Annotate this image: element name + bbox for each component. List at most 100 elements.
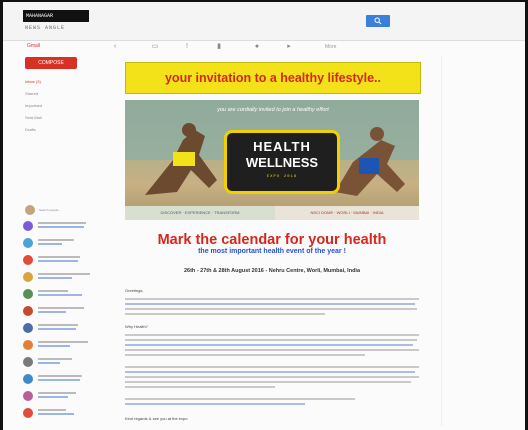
nav-important[interactable]: Important xyxy=(25,103,42,108)
contact-avatar xyxy=(23,238,33,248)
text-line xyxy=(125,308,417,310)
contact-row[interactable] xyxy=(23,306,95,316)
nav-drafts[interactable]: Drafts xyxy=(25,127,36,132)
contact-avatar xyxy=(23,306,33,316)
contact-name-line xyxy=(38,273,90,275)
text-line xyxy=(125,334,419,336)
compose-button[interactable]: COMPOSE xyxy=(25,57,77,69)
contact-name-line xyxy=(38,239,74,241)
report-icon[interactable]: ! xyxy=(183,43,191,51)
hero-image: you are cordially invited to join a heal… xyxy=(125,100,419,220)
contact-status-line xyxy=(38,345,70,347)
contact-name-line xyxy=(38,307,84,309)
closing-line: Kind regards & see you at the expo xyxy=(125,416,188,421)
contact-row[interactable] xyxy=(23,221,95,231)
hero-strip-right: NSCI DOME · WORLI · MUMBAI · INDIA xyxy=(275,206,419,220)
contact-name-line xyxy=(38,222,86,224)
contact-row[interactable] xyxy=(23,323,95,333)
contact-name-line xyxy=(38,375,82,377)
contact-row[interactable] xyxy=(23,289,95,299)
user-avatar[interactable] xyxy=(25,205,35,215)
contact-name-line xyxy=(38,392,76,394)
site-logo-subtitle: NEWS ANGLE xyxy=(25,25,66,31)
text-line xyxy=(125,366,419,368)
chat-search-label: Search people... xyxy=(39,208,61,212)
text-line xyxy=(125,349,419,351)
subheadline: the most important health event of the y… xyxy=(198,248,346,255)
text-line xyxy=(125,303,415,305)
contact-avatar xyxy=(23,374,33,384)
contact-avatar xyxy=(23,221,33,231)
contact-row[interactable] xyxy=(23,374,95,384)
more-menu[interactable]: More xyxy=(325,44,336,50)
contact-row[interactable] xyxy=(23,340,95,350)
contact-status-line xyxy=(38,311,66,313)
banner-text: your invitation to a healthy lifestyle.. xyxy=(164,71,381,85)
text-line xyxy=(125,371,415,373)
contact-name-line xyxy=(38,324,78,326)
search-button[interactable] xyxy=(366,15,390,27)
contact-avatar xyxy=(23,323,33,333)
chat-search[interactable]: Search people... xyxy=(25,205,95,215)
contact-status-line xyxy=(38,226,84,228)
why-health-label: Why Health? xyxy=(125,324,148,329)
contact-name-line xyxy=(38,256,80,258)
contact-name-line xyxy=(38,290,68,292)
logo-subtitle: EXPO 2016 xyxy=(266,175,298,179)
contact-status-line xyxy=(38,362,60,364)
email-body: your invitation to a healthy lifestyle..… xyxy=(103,56,443,430)
contact-row[interactable] xyxy=(23,255,95,265)
contact-avatar xyxy=(23,289,33,299)
text-line xyxy=(125,298,419,300)
nav-starred[interactable]: Starred xyxy=(25,91,38,96)
contact-status-line xyxy=(38,396,68,398)
headline: Mark the calendar for your health xyxy=(157,232,387,248)
contact-avatar xyxy=(23,408,33,418)
nav-sent[interactable]: Sent Mail xyxy=(25,115,42,120)
text-line xyxy=(125,398,355,400)
invitation-banner: your invitation to a healthy lifestyle.. xyxy=(125,62,421,94)
contact-row[interactable] xyxy=(23,408,95,418)
browser-window: MAHANAGAR NEWS ANGLE Gmail ‹ ▭ ! ▮ ● ▸ M… xyxy=(3,2,525,430)
contact-row[interactable] xyxy=(23,357,95,367)
contact-status-line xyxy=(38,413,74,415)
text-line xyxy=(125,354,365,356)
search-icon xyxy=(374,17,382,25)
event-details: 26th - 27th & 28th August 2016 - Nehru C… xyxy=(183,268,361,274)
contact-row[interactable] xyxy=(23,272,95,282)
text-line xyxy=(125,381,411,383)
nav-inbox[interactable]: Inbox (3) xyxy=(25,79,41,84)
text-line xyxy=(125,313,325,315)
logo-line-2: WELLNESS xyxy=(245,155,319,170)
top-bar: MAHANAGAR NEWS ANGLE xyxy=(3,2,525,41)
move-icon[interactable]: ▸ xyxy=(285,43,293,51)
contact-avatar xyxy=(23,255,33,265)
archive-icon[interactable]: ▭ xyxy=(151,43,159,51)
contact-avatar xyxy=(23,340,33,350)
delete-icon[interactable]: ▮ xyxy=(215,43,223,51)
contact-name-line xyxy=(38,341,88,343)
site-logo[interactable]: MAHANAGAR xyxy=(23,10,89,22)
label-icon[interactable]: ● xyxy=(253,43,261,51)
back-icon[interactable]: ‹ xyxy=(111,43,119,51)
contact-row[interactable] xyxy=(23,391,95,401)
contact-status-line xyxy=(38,277,72,279)
contact-avatar xyxy=(23,272,33,282)
left-sidebar: COMPOSE Inbox (3) Starred Important Sent… xyxy=(3,57,103,430)
contact-status-line xyxy=(38,243,62,245)
contact-row[interactable] xyxy=(23,238,95,248)
contact-status-line xyxy=(38,294,82,296)
text-line xyxy=(125,344,413,346)
text-line xyxy=(125,386,275,388)
contact-name-line xyxy=(38,358,72,360)
gmail-label[interactable]: Gmail xyxy=(27,43,40,49)
contact-status-line xyxy=(38,328,76,330)
contact-status-line xyxy=(38,379,80,381)
text-line xyxy=(125,339,417,341)
contact-name-line xyxy=(38,409,66,411)
greeting-label: Greetings, xyxy=(125,288,144,293)
text-line xyxy=(125,376,419,378)
contact-status-line xyxy=(38,260,78,262)
contact-avatar xyxy=(23,391,33,401)
hero-invite-text: you are cordially invited to join a heal… xyxy=(217,107,329,113)
